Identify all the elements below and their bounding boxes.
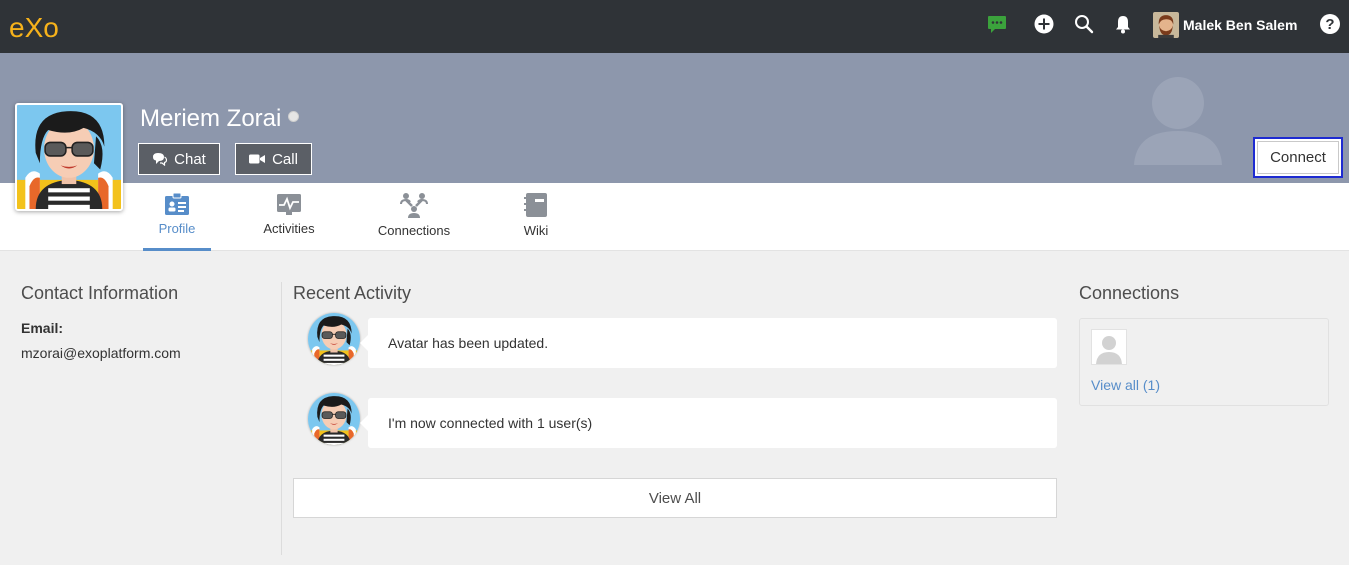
activity-item[interactable]: I'm now connected with 1 user(s): [360, 398, 1057, 448]
connection-avatar[interactable]: [1091, 329, 1127, 365]
person-silhouette-icon: [1134, 77, 1222, 165]
search-icon[interactable]: [1073, 13, 1095, 35]
profile-tabs: Profile Activities Connections Wiki: [0, 183, 1349, 251]
add-icon[interactable]: [1033, 13, 1055, 35]
connections-icon: [400, 193, 428, 218]
call-button[interactable]: Call: [235, 143, 312, 175]
tab-profile[interactable]: Profile: [143, 183, 211, 251]
user-avatar[interactable]: [1153, 12, 1179, 38]
status-indicator: [288, 111, 299, 122]
email-value: mzorai@exoplatform.com: [21, 345, 181, 361]
wiki-icon: [524, 193, 547, 217]
activity-text: Avatar has been updated.: [388, 335, 549, 351]
help-icon[interactable]: ?: [1319, 13, 1341, 35]
exo-logo[interactable]: eXo: [9, 11, 71, 41]
call-button-label: Call: [272, 150, 298, 168]
view-all-activity-button[interactable]: View All: [293, 478, 1057, 518]
activities-icon: [277, 194, 301, 215]
top-navigation-bar: eXo Malek Ben Salem ?: [0, 0, 1349, 53]
view-all-connections-link[interactable]: View all (1): [1091, 377, 1160, 393]
recent-activity-title: Recent Activity: [293, 283, 412, 303]
chat-icon[interactable]: [986, 13, 1008, 35]
column-divider: [281, 282, 282, 555]
connect-button[interactable]: Connect: [1253, 137, 1343, 178]
profile-icon: [165, 192, 189, 215]
contact-information-title: Contact Information: [21, 283, 179, 303]
profile-avatar: [15, 103, 123, 211]
chat-bubble-icon: [153, 153, 168, 166]
notification-bell-icon[interactable]: [1112, 13, 1134, 35]
svg-text:eXo: eXo: [9, 12, 59, 41]
activity-avatar[interactable]: [308, 393, 360, 445]
email-label: Email:: [21, 320, 64, 336]
activity-text: I'm now connected with 1 user(s): [388, 415, 593, 431]
activity-item[interactable]: Avatar has been updated.: [360, 318, 1057, 368]
tab-wiki-label: Wiki: [523, 223, 549, 238]
svg-text:?: ?: [1325, 16, 1334, 33]
person-placeholder-icon: [1092, 330, 1126, 364]
profile-name: Meriem Zorai: [140, 105, 282, 132]
tab-activities-label: Activities: [263, 221, 315, 236]
chat-button-label: Chat: [174, 150, 206, 168]
tab-wiki[interactable]: Wiki: [507, 183, 565, 251]
view-all-label: View All: [648, 489, 702, 507]
video-camera-icon: [249, 154, 266, 164]
tab-profile-label: Profile: [158, 221, 196, 236]
tab-activities[interactable]: Activities: [255, 183, 323, 251]
connections-title: Connections: [1079, 283, 1180, 303]
chat-button[interactable]: Chat: [138, 143, 220, 175]
tab-connections[interactable]: Connections: [373, 183, 455, 251]
connect-button-label: Connect: [1257, 141, 1339, 174]
tab-connections-label: Connections: [377, 223, 451, 238]
activity-avatar[interactable]: [308, 313, 360, 365]
user-name[interactable]: Malek Ben Salem: [1183, 17, 1297, 33]
